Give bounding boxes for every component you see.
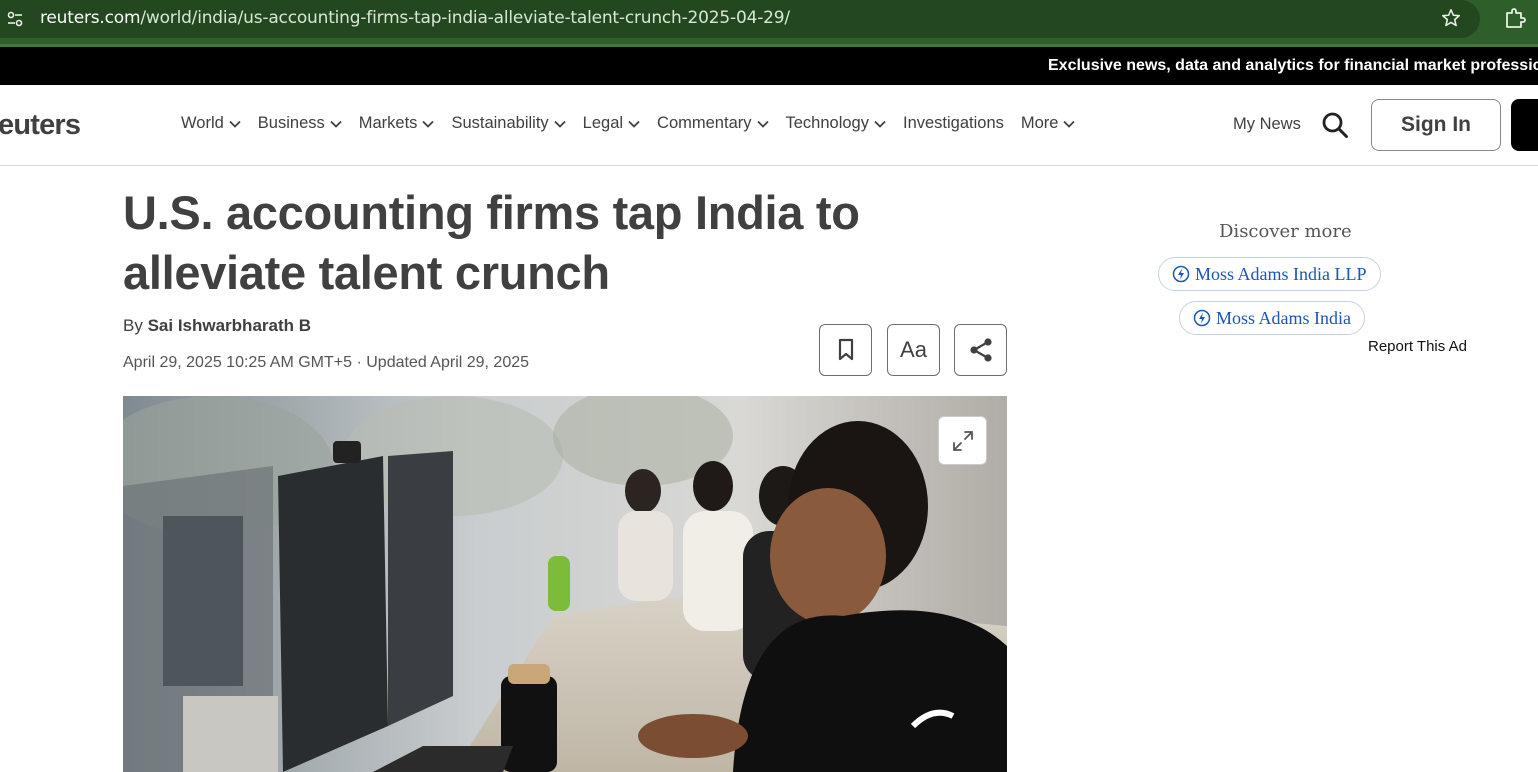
- url-path: /world/india/us-accounting-firms-tap-ind…: [140, 8, 790, 28]
- nav-label: Business: [257, 114, 325, 132]
- share-button[interactable]: [954, 324, 1007, 376]
- site-header: euters World Business Markets Sustainabi…: [0, 85, 1538, 166]
- chevron-down-icon: [628, 120, 640, 128]
- nav-label: Investigations: [902, 114, 1004, 132]
- chevron-down-icon: [1063, 120, 1076, 128]
- share-icon: [969, 338, 992, 362]
- chevron-down-icon: [422, 120, 435, 128]
- url-host: reuters.com: [40, 8, 141, 28]
- lightning-icon: [1172, 265, 1190, 283]
- nav-item-markets[interactable]: Markets: [359, 114, 435, 133]
- report-ad-link[interactable]: Report This Ad: [1368, 338, 1467, 355]
- nav-item-world[interactable]: World: [181, 114, 241, 133]
- chevron-down-icon: [756, 120, 769, 128]
- nav-item-investigations[interactable]: Investigations: [903, 114, 1004, 133]
- author-link[interactable]: Sai Ishwarbharath B: [148, 316, 311, 335]
- nav-label: Markets: [358, 114, 418, 132]
- expand-image-button[interactable]: [938, 416, 987, 465]
- nav-label: Legal: [582, 114, 624, 132]
- bookmark-star-icon[interactable]: [1440, 7, 1462, 29]
- office-workers-photo: [123, 396, 1007, 772]
- byline: By Sai Ishwarbharath B: [123, 316, 311, 336]
- discover-more-title: Discover more: [1219, 221, 1352, 242]
- reuters-logo[interactable]: euters: [0, 109, 81, 142]
- chip-label: Moss Adams India LLP: [1195, 263, 1367, 284]
- article-hero-image[interactable]: [123, 396, 1007, 772]
- chip-label: Moss Adams India: [1216, 307, 1351, 328]
- site-info-icon[interactable]: [6, 10, 24, 28]
- discover-chip-moss-adams-india-llp[interactable]: Moss Adams India LLP: [1158, 257, 1381, 291]
- nav-item-commentary[interactable]: Commentary: [657, 114, 769, 133]
- byline-prefix: By: [123, 316, 143, 335]
- my-news-link[interactable]: My News: [1233, 115, 1301, 134]
- article-headline: U.S. accounting firms tap India to allev…: [123, 186, 860, 299]
- nav-item-technology[interactable]: Technology: [786, 114, 886, 133]
- chevron-down-icon: [874, 120, 886, 128]
- chevron-down-icon: [554, 120, 566, 128]
- primary-nav: World Business Markets Sustainability Le…: [181, 114, 1092, 133]
- bookmark-icon: [838, 338, 853, 361]
- discover-chip-moss-adams-india[interactable]: Moss Adams India: [1179, 301, 1365, 335]
- address-bar[interactable]: reuters.com/world/india/us-accounting-fi…: [0, 0, 1480, 38]
- chevron-down-icon: [330, 120, 342, 128]
- nav-item-more[interactable]: More: [1021, 114, 1076, 133]
- nav-label: Commentary: [657, 114, 752, 132]
- promo-ticker: Exclusive news, data and analytics for f…: [0, 47, 1538, 85]
- nav-item-business[interactable]: Business: [258, 114, 342, 133]
- subscribe-button[interactable]: [1511, 99, 1538, 151]
- expand-icon: [952, 430, 973, 451]
- ticker-text[interactable]: Exclusive news, data and analytics for f…: [1048, 57, 1538, 75]
- extensions-icon[interactable]: [1503, 6, 1527, 30]
- nav-item-legal[interactable]: Legal: [583, 114, 640, 133]
- save-article-button[interactable]: [819, 324, 872, 376]
- url-text[interactable]: reuters.com/world/india/us-accounting-fi…: [40, 8, 790, 28]
- font-size-label: Aa: [900, 337, 927, 362]
- lightning-icon: [1193, 309, 1211, 327]
- nav-label: Technology: [785, 114, 869, 132]
- search-icon[interactable]: [1321, 111, 1349, 139]
- nav-label: Sustainability: [451, 114, 549, 132]
- chevron-down-icon: [229, 120, 241, 128]
- browser-toolbar: reuters.com/world/india/us-accounting-fi…: [0, 0, 1538, 47]
- sign-in-button[interactable]: Sign In: [1371, 99, 1501, 151]
- font-size-button[interactable]: Aa: [887, 324, 940, 376]
- article-dateline: April 29, 2025 10:25 AM GMT+5 · Updated …: [123, 354, 530, 371]
- nav-label: World: [181, 114, 224, 132]
- nav-label: More: [1020, 114, 1059, 132]
- nav-item-sustainability[interactable]: Sustainability: [451, 114, 566, 133]
